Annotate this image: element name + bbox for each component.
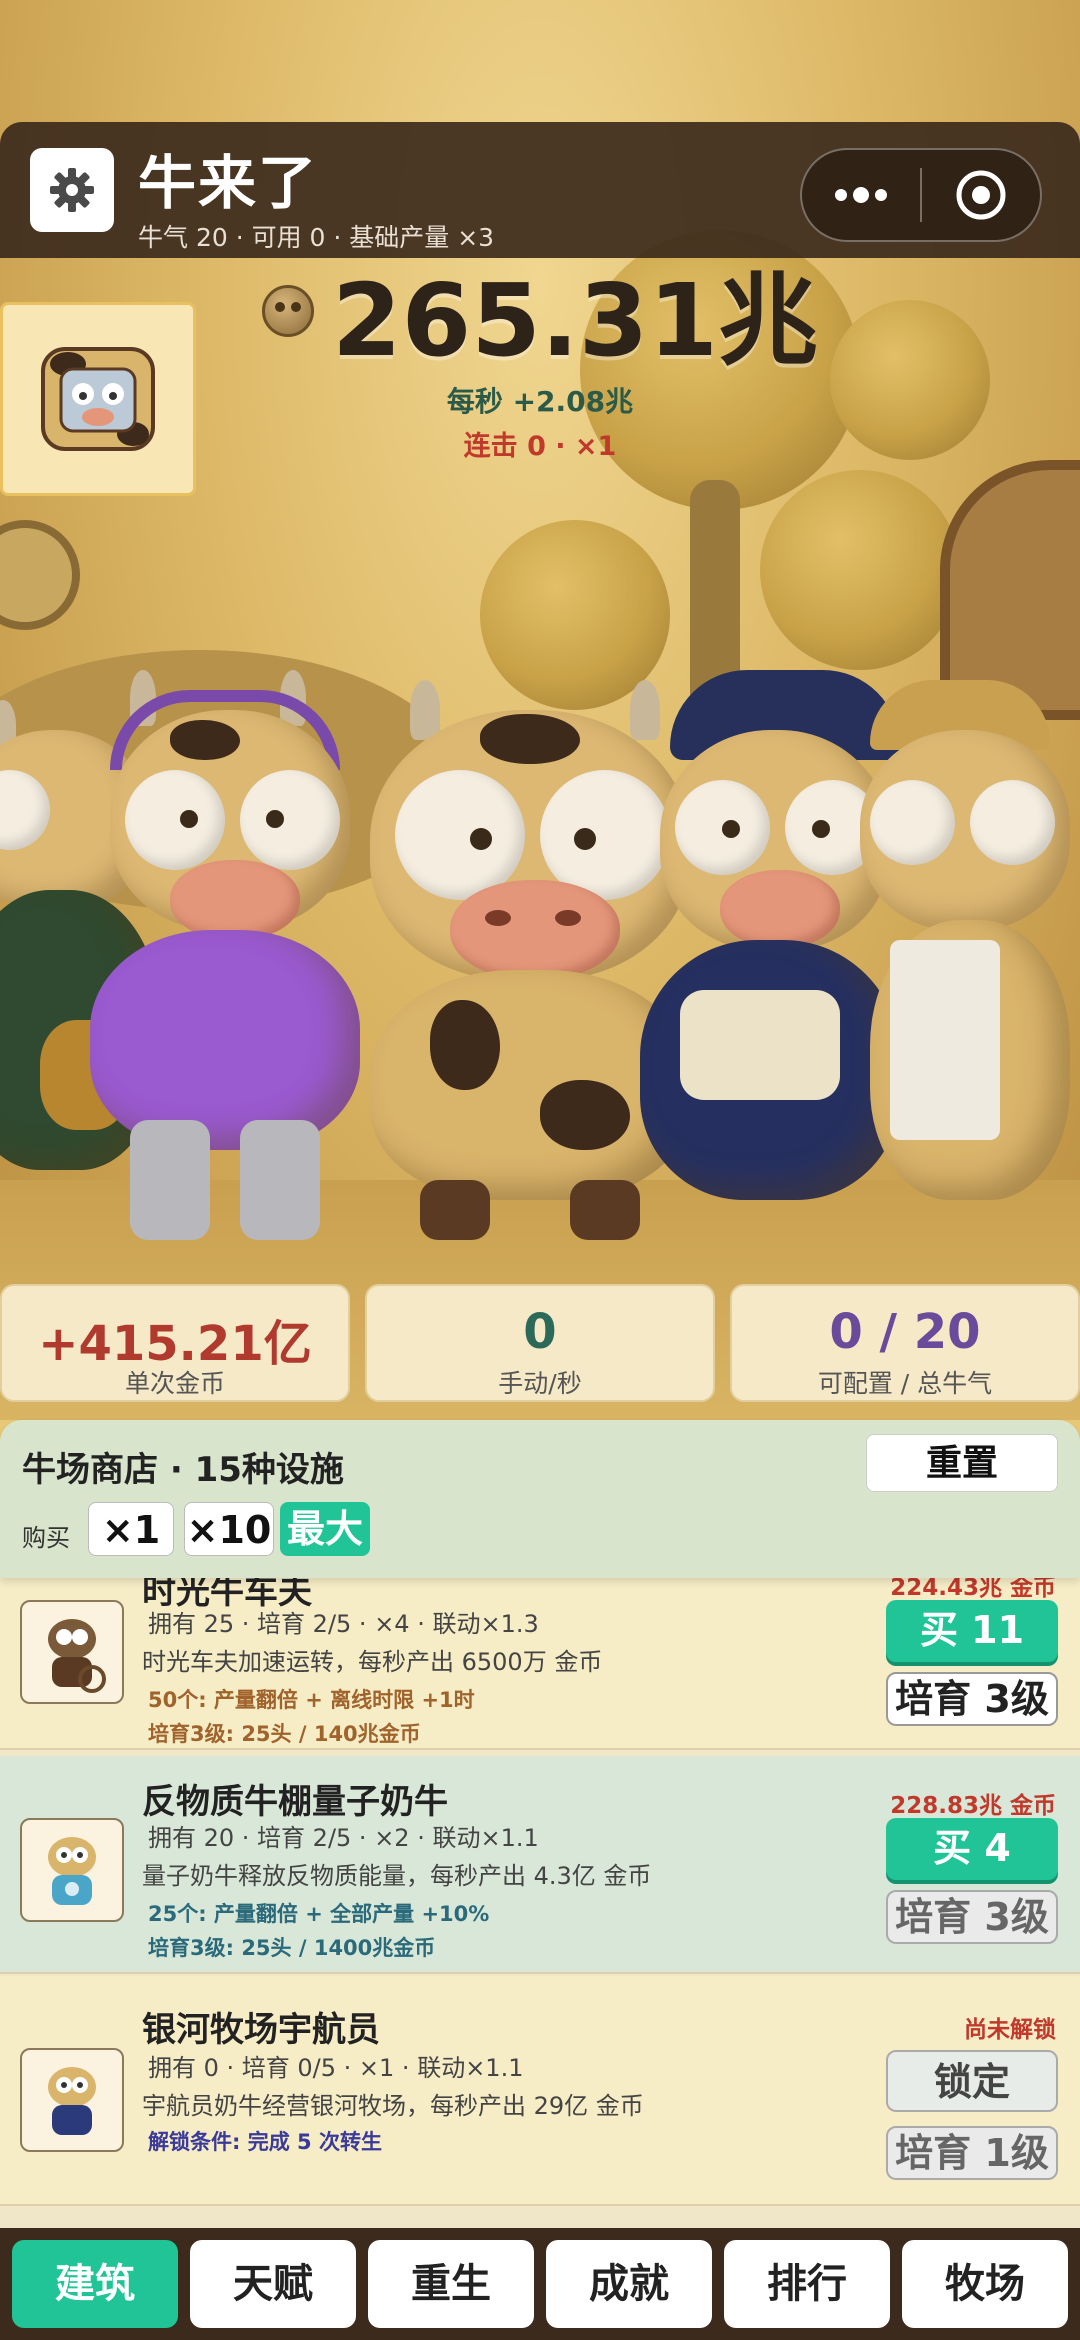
stat-value: 0 / 20 (829, 1304, 981, 1360)
item-breed-info: 培育3级: 25头 / 1400兆金币 (148, 1936, 436, 1960)
lock-button[interactable]: 锁定 (886, 2050, 1058, 2112)
qty-x1-button[interactable]: ×1 (88, 1502, 174, 1556)
buy-quantity-label: 购买 (22, 1524, 70, 1552)
pillow (680, 990, 840, 1100)
app-title: 牛来了 (138, 149, 319, 217)
shop-title: 牛场商店 · 15种设施 (22, 1450, 344, 1490)
item-name: 反物质牛棚量子奶牛 (142, 1782, 448, 1822)
miniprogram-capsule (800, 148, 1042, 242)
tab-leaderboard[interactable]: 排行 (724, 2240, 890, 2328)
item-thumbnail (20, 2048, 124, 2152)
item-unlock-condition: 解锁条件: 完成 5 次转生 (148, 2130, 382, 2154)
tab-rebirth[interactable]: 重生 (368, 2240, 534, 2328)
item-description: 宇航员奶牛经营银河牧场，每秒产出 29亿 金币 (142, 2092, 644, 2120)
coin-icon (262, 285, 315, 337)
tab-achievements[interactable]: 成就 (546, 2240, 712, 2328)
stat-label: 可配置 / 总牛气 (817, 1369, 993, 1398)
item-lock-status: 尚未解锁 (964, 2017, 1056, 2043)
reset-button[interactable]: 重置 (866, 1434, 1058, 1492)
close-miniprogram-button[interactable] (922, 150, 1040, 240)
item-description: 量子奶牛释放反物质能量，每秒产出 4.3亿 金币 (142, 1862, 652, 1890)
more-dots-icon (835, 187, 887, 203)
item-stats: 拥有 25 · 培育 2/5 · ×4 · 联动×1.3 (148, 1610, 539, 1638)
item-milestone: 25个: 产量翻倍 + 全部产量 +10% (148, 1902, 490, 1926)
item-description: 时光车夫加速运转，每秒产出 6500万 金币 (142, 1648, 603, 1676)
shop-item-galaxy-astronaut[interactable]: 银河牧场宇航员 尚未解锁 拥有 0 · 培育 0/5 · ×1 · 联动×1.1… (0, 1976, 1080, 2206)
breed-button[interactable]: 培育 1级 (886, 2126, 1058, 2180)
astronaut-cow-icon (48, 2067, 96, 2135)
coin-counter: 265.31兆 (0, 256, 1080, 379)
item-breed-info: 培育3级: 25头 / 140兆金币 (148, 1722, 421, 1746)
shop-item-time-cart[interactable]: 时光牛车夫 224.43兆 金币 拥有 25 · 培育 2/5 · ×4 · 联… (0, 1578, 1080, 1750)
stat-label: 手动/秒 (498, 1369, 582, 1398)
item-stats: 拥有 0 · 培育 0/5 · ×1 · 联动×1.1 (148, 2054, 524, 2082)
tab-buildings[interactable]: 建筑 (12, 2240, 178, 2328)
item-stats: 拥有 20 · 培育 2/5 · ×2 · 联动×1.1 (148, 1824, 539, 1852)
stat-card-manual-rate: 0 手动/秒 (365, 1284, 715, 1402)
more-button[interactable] (802, 150, 920, 240)
item-price: 224.43兆 金币 (890, 1578, 1056, 1601)
cow-background-right[interactable] (860, 680, 1080, 1240)
qty-max-button[interactable]: 最大 (280, 1502, 370, 1556)
item-milestone: 50个: 产量翻倍 + 离线时限 +1时 (148, 1688, 475, 1712)
stat-label: 单次金币 (124, 1369, 225, 1398)
stat-card-click-gold: +415.21亿 单次金币 (0, 1284, 350, 1402)
cow-headphones-disco[interactable] (40, 660, 370, 1240)
breed-button[interactable]: 培育 3级 (886, 1890, 1058, 1944)
item-thumbnail (20, 1818, 124, 1922)
buy-button[interactable]: 买 4 (886, 1818, 1058, 1880)
tab-ranch[interactable]: 牧场 (902, 2240, 1068, 2328)
gear-icon (50, 168, 94, 212)
window-porthole (0, 520, 80, 630)
buy-button[interactable]: 买 11 (886, 1600, 1058, 1662)
qty-x10-button[interactable]: ×10 (184, 1502, 274, 1556)
item-price: 228.83兆 金币 (890, 1793, 1056, 1819)
stat-card-luck-points: 0 / 20 可配置 / 总牛气 (730, 1284, 1080, 1402)
income-per-second: 每秒 +2.08兆 (446, 385, 634, 418)
bottom-tab-bar: 建筑 天赋 重生 成就 排行 牧场 (0, 2228, 1080, 2340)
quantum-cow-icon (48, 1837, 96, 1905)
shop-item-quantum-cow[interactable]: 反物质牛棚量子奶牛 228.83兆 金币 拥有 20 · 培育 2/5 · ×2… (0, 1756, 1080, 1974)
time-cow-icon (48, 1619, 106, 1693)
target-circle-icon (956, 170, 1006, 220)
tree (760, 470, 960, 670)
shop-header: 牛场商店 · 15种设施 重置 购买 ×1 ×10 最大 (0, 1420, 1080, 1578)
breed-button[interactable]: 培育 3级 (886, 1672, 1058, 1726)
stat-value: 0 (523, 1304, 557, 1360)
apron (890, 940, 1000, 1140)
item-thumbnail (20, 1600, 124, 1704)
coin-total: 265.31兆 (332, 261, 818, 379)
settings-button[interactable] (30, 148, 114, 232)
shop-list[interactable]: 时光牛车夫 224.43兆 金币 拥有 25 · 培育 2/5 · ×4 · 联… (0, 1578, 1080, 2228)
combo-counter: 连击 0 · ×1 (463, 431, 617, 462)
item-name: 银河牧场宇航员 (142, 2010, 380, 2050)
tab-talents[interactable]: 天赋 (190, 2240, 356, 2328)
